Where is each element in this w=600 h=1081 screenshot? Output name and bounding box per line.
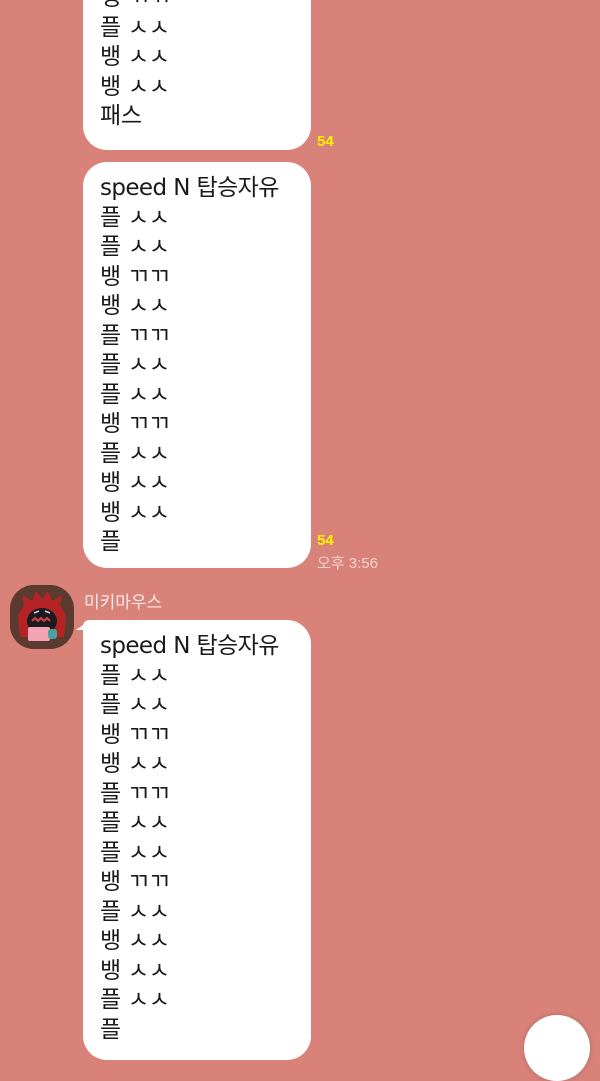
message-line: 플 ㅅㅅ: [100, 440, 170, 467]
unread-count: 54: [317, 133, 334, 150]
message-line: 플: [100, 1016, 121, 1043]
message-line: 뱅 ㅅㅅ: [100, 44, 170, 70]
message-line: 뱅 ㅅㅅ: [100, 293, 170, 319]
message-line: speed N 탑승자유: [100, 175, 279, 201]
sender-name: 미키마우스: [84, 593, 163, 613]
message-line: 플 ㅅㅅ: [100, 352, 170, 378]
message-line: 플 ㅅㅅ: [100, 204, 170, 231]
message-line: 뱅 ㅅㅅ: [100, 499, 170, 526]
message-line: 플 ㅅㅅ: [100, 810, 170, 836]
message-line: 뱅 ㄲㄲ: [100, 721, 170, 748]
message-line: 플 ㅅㅅ: [100, 234, 170, 260]
message-line: 뱅 ㅅㅅ: [100, 928, 170, 954]
message-line: 플 ㅅㅅ: [100, 898, 170, 925]
message-line: 뱅 ㅅㅅ: [100, 751, 170, 777]
unread-count: 54: [317, 532, 334, 549]
message-bubble-3[interactable]: speed N 탑승자유 플 ㅅㅅ 플 ㅅㅅ 뱅 ㄲㄲ 뱅 ㅅㅅ 플 ㄲㄲ 플 …: [83, 620, 311, 1060]
message-line: 플 ㅅㅅ: [100, 839, 170, 866]
message-bubble-1[interactable]: 뱅 ㄲㄲ 플 ㅅㅅ 뱅 ㅅㅅ 뱅 ㅅㅅ 패스: [83, 0, 311, 150]
message-line: 패스: [100, 103, 142, 129]
message-bubble-2[interactable]: speed N 탑승자유 플 ㅅㅅ 플 ㅅㅅ 뱅 ㄲㄲ 뱅 ㅅㅅ 플 ㄲㄲ 플 …: [83, 162, 311, 568]
message-line: speed N 탑승자유: [100, 633, 279, 659]
message-line: 뱅 ㄲㄲ: [100, 0, 294, 14]
message-line: 뱅 ㅅㅅ: [100, 470, 170, 496]
message-line: 플 ㄲㄲ: [100, 780, 170, 807]
profile-avatar-icon[interactable]: [10, 585, 74, 649]
message-line: 뱅 ㅅㅅ: [100, 73, 170, 100]
message-line: 플: [100, 529, 121, 555]
message-line: 플 ㅅㅅ: [100, 14, 170, 41]
message-line: 뱅 ㅅㅅ: [100, 957, 170, 984]
message-line: 뱅 ㄲㄲ: [100, 263, 170, 290]
message-line: 뱅 ㄲㄲ: [100, 411, 170, 437]
message-line: 플 ㅅㅅ: [100, 662, 170, 689]
message-line: 플 ㅅㅅ: [100, 692, 170, 718]
scroll-button-icon[interactable]: [524, 1015, 590, 1081]
message-line: 플 ㄲㄲ: [100, 322, 170, 349]
message-timestamp: 오후 3:56: [317, 555, 378, 572]
message-line: 플 ㅅㅅ: [100, 987, 170, 1013]
message-line: 뱅 ㄲㄲ: [100, 869, 170, 895]
message-line: 플 ㅅㅅ: [100, 381, 170, 408]
